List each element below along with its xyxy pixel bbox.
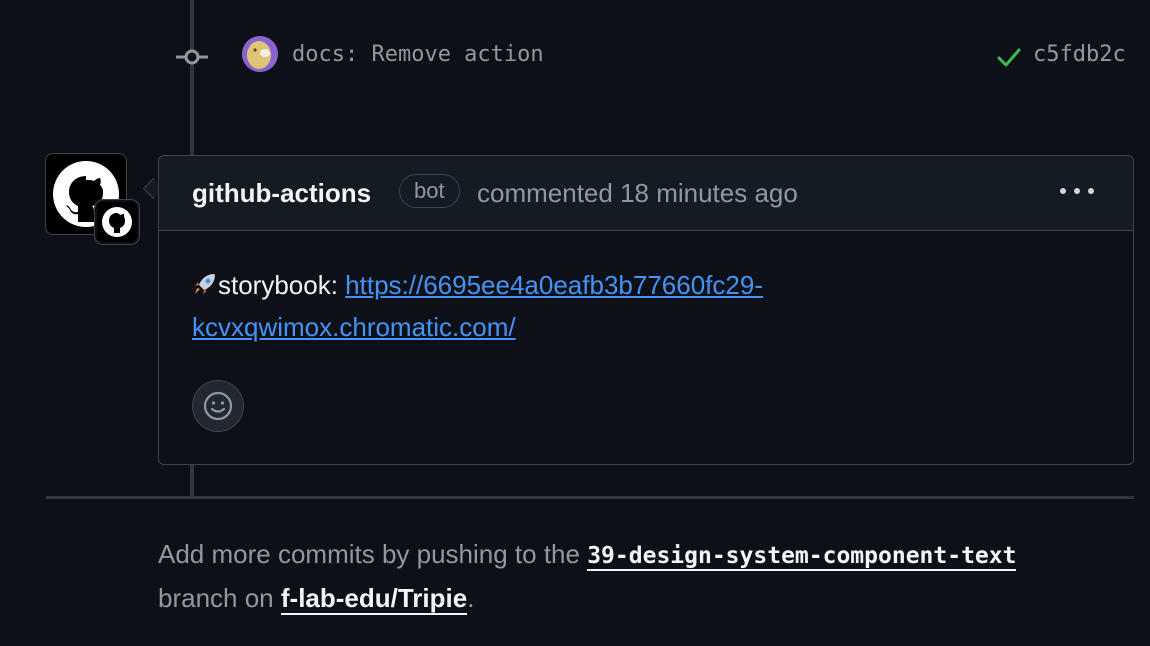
push-hint-text-1: Add more commits by pushing to the [158, 539, 588, 569]
check-icon[interactable] [996, 44, 1022, 70]
smiley-icon [203, 391, 233, 421]
repo-link[interactable]: f-lab-edu/Tripie [280, 583, 468, 615]
commit-author-avatar[interactable] [242, 36, 278, 72]
commit-sha-link[interactable]: c5fdb2c [1033, 42, 1126, 67]
github-actions-app-badge [94, 199, 140, 245]
storybook-link-part1[interactable]: https://6695ee4a0eafb3b77660fc29- [345, 270, 763, 300]
git-commit-icon [176, 49, 208, 65]
comment-box: github-actions bot commented 18 minutes … [158, 155, 1134, 465]
comment-header: github-actions bot commented 18 minutes … [159, 156, 1133, 231]
timeline-divider [46, 496, 1134, 499]
kebab-menu-icon[interactable] [1057, 178, 1097, 204]
commit-message-link[interactable]: docs: Remove action [292, 42, 544, 67]
github-logo-icon [102, 207, 132, 237]
comment-body-prefix: storybook: [218, 270, 346, 300]
storybook-link-part2[interactable]: kcvxqwimox.chromatic.com/ [192, 312, 516, 342]
branch-link[interactable]: 39-design-system-component-text [587, 543, 1017, 571]
comment-author-link[interactable]: github-actions [192, 178, 371, 209]
rocket-icon [195, 274, 215, 294]
comment-body: storybook: https://6695ee4a0eafb3b77660f… [192, 264, 912, 348]
push-hint-text-3: . [467, 583, 475, 613]
comment-timestamp[interactable]: commented 18 minutes ago [477, 178, 798, 209]
push-hint: Add more commits by pushing to the 39-de… [158, 533, 1138, 619]
bot-badge: bot [399, 174, 460, 208]
push-hint-text-2: branch on [158, 583, 281, 613]
add-reaction-button[interactable] [192, 380, 244, 432]
